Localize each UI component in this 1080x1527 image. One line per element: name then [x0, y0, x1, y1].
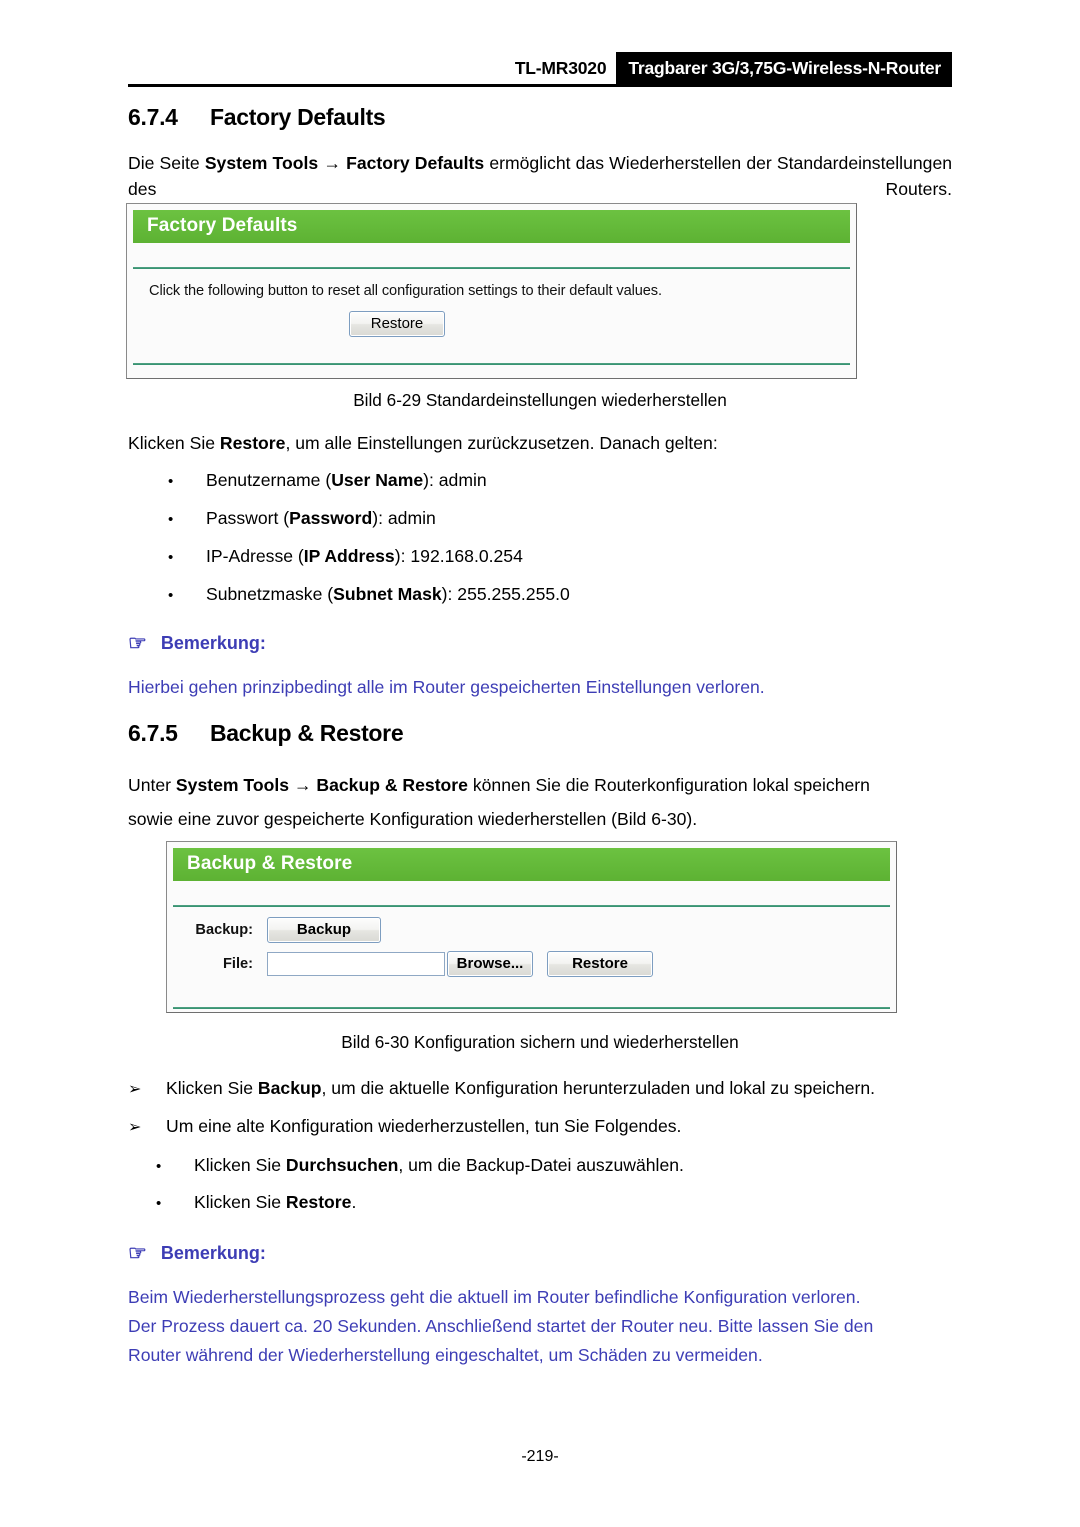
panel-spacer: [173, 881, 890, 905]
br-intro-bold2: Backup & Restore: [316, 775, 468, 795]
br-intro-line2: sowie eine zuvor gespeicherte Konfigurat…: [128, 809, 698, 829]
bullet-3-post: ): 255.255.255.0: [441, 584, 570, 604]
bullet-0-post: ): admin: [423, 470, 487, 490]
browse-button[interactable]: Browse...: [447, 951, 533, 977]
header-model-name: TL-MR3020: [514, 57, 607, 78]
panel-body-backup-restore: Backup: Backup File: Browse... Restore: [173, 907, 890, 1007]
file-input[interactable]: [267, 952, 445, 976]
arrow-item-restore-old-config: ➢ Um eine alte Konfiguration wiederherzus…: [128, 1114, 681, 1140]
list-item-durchsuchen: • Klicken Sie Durchsuchen, um die Backup-…: [156, 1153, 684, 1179]
paragraph-after-restore: Klicken Sie Restore, um alle Einstellung…: [128, 430, 952, 456]
note-text-1: Hierbei gehen prinzipbedingt alle im Rou…: [128, 677, 765, 697]
br-intro-part1: Unter: [128, 775, 176, 795]
sub-1-pre: Klicken Sie: [194, 1192, 286, 1212]
page-footer: -219-: [0, 1448, 1080, 1466]
panel-divider-bottom: [173, 1007, 890, 1009]
bullet-1-bold: Password: [289, 508, 373, 528]
caption-bild-6-29: Bild 6-29 Standardeinstellungen wiederhe…: [353, 390, 727, 410]
fd-intro-bold1: System Tools: [204, 153, 319, 173]
file-label: File:: [223, 956, 253, 972]
bullet-dot-icon: •: [156, 1195, 162, 1212]
bullet-1-pre: Passwort (: [206, 508, 290, 528]
bullet-dot-icon: •: [156, 1158, 162, 1175]
heading-factory-defaults: 6.7.4 Factory Defaults: [128, 104, 386, 131]
bullet-3-pre: Subnetzmaske (: [206, 584, 334, 604]
bullet-0-bold: User Name: [331, 470, 424, 490]
arrow-bullet-icon: ➢: [128, 1119, 142, 1136]
list-item-ip-address: • IP-Adresse (IP Address): 192.168.0.254: [168, 544, 523, 570]
list-item-password: • Passwort (Password): admin: [168, 506, 436, 532]
heading-title-674: Factory Defaults: [210, 104, 386, 130]
fd-after-part2: , um alle Einstellungen zurückzusetzen. …: [285, 433, 718, 453]
fd-intro-part1: Die Seite: [128, 153, 205, 173]
document-page: TL-MR3020 Tragbarer 3G/3,75G-Wireless-N-…: [0, 0, 1080, 1527]
sub-1-post: .: [351, 1192, 357, 1212]
sub-0-post: , um die Backup-Datei auszuwählen.: [398, 1155, 684, 1175]
note-2-line2: Der Prozess dauert ca. 20 Sekunden. Ansc…: [128, 1316, 874, 1336]
br-intro-part3: können Sie die Routerkonfiguration lokal…: [467, 775, 870, 795]
panel-title-factory-defaults: Factory Defaults: [133, 210, 850, 243]
arrow-0-post: , um die aktuelle Konfiguration herunter…: [321, 1078, 876, 1098]
pointing-hand-icon: ☞: [128, 632, 147, 655]
sub-0-pre: Klicken Sie: [194, 1155, 286, 1175]
note-label-2: Bemerkung:: [160, 1243, 266, 1263]
bullet-2-post: ): 192.168.0.254: [394, 546, 523, 566]
bullet-0-pre: Benutzername (: [206, 470, 332, 490]
note-heading-1: ☞ Bemerkung:: [128, 633, 266, 654]
fd-intro-arrow: →: [318, 153, 347, 173]
note-text-2: Beim Wiederherstellungsprozess geht die …: [128, 1283, 952, 1370]
bullet-2-bold: IP Address: [303, 546, 395, 566]
file-row: File: Browse... Restore: [173, 951, 890, 977]
arrow-1-pre: Um eine alte Konfiguration wiederherzust…: [166, 1116, 682, 1136]
fd-intro-bold2: Factory Defaults: [346, 153, 485, 173]
factory-defaults-description: Click the following button to reset all …: [149, 283, 662, 299]
note-label-1: Bemerkung:: [160, 633, 266, 653]
backup-label: Backup:: [195, 922, 253, 938]
backup-button[interactable]: Backup: [267, 917, 381, 943]
br-intro-arrow: →: [289, 775, 317, 795]
panel-divider-bottom: [133, 363, 850, 365]
panel-spacer: [133, 243, 850, 267]
sub-1-bold: Restore: [285, 1192, 352, 1212]
note-heading-2: ☞ Bemerkung:: [128, 1243, 266, 1264]
heading-number-674: 6.7.4: [128, 104, 178, 130]
bullet-dot-icon: •: [168, 511, 174, 528]
page-number: -219-: [521, 1448, 559, 1465]
sub-0-bold: Durchsuchen: [285, 1155, 399, 1175]
bullet-dot-icon: •: [168, 587, 174, 604]
pointing-hand-icon: ☞: [128, 1242, 147, 1265]
bullet-dot-icon: •: [168, 549, 174, 566]
restore-button[interactable]: Restore: [349, 311, 445, 337]
running-header: TL-MR3020 Tragbarer 3G/3,75G-Wireless-N-…: [128, 52, 952, 86]
header-divider: [128, 84, 952, 87]
arrow-item-backup: ➢ Klicken Sie Backup, um die aktuelle Kon…: [128, 1076, 875, 1102]
bullet-2-pre: IP-Adresse (: [206, 546, 304, 566]
list-item-subnet-mask: • Subnetzmaske (Subnet Mask): 255.255.255…: [168, 582, 570, 608]
panel-body-factory-defaults: Click the following button to reset all …: [133, 269, 850, 363]
fd-after-part1: Klicken Sie: [128, 433, 220, 453]
arrow-bullet-icon: ➢: [128, 1081, 142, 1098]
br-intro-bold1: System Tools: [175, 775, 290, 795]
screenshot-factory-defaults-panel: Factory Defaults Click the following but…: [126, 203, 857, 379]
header-product-banner: Tragbarer 3G/3,75G-Wireless-N-Router: [616, 52, 952, 84]
paragraph-backup-restore-intro: Unter System Tools → Backup & Restore kö…: [128, 768, 952, 836]
heading-title-675: Backup & Restore: [210, 720, 404, 746]
panel-title-backup-restore: Backup & Restore: [173, 848, 890, 881]
list-item-username: • Benutzername (User Name): admin: [168, 468, 487, 494]
bullet-1-post: ): admin: [372, 508, 436, 528]
heading-number-675: 6.7.5: [128, 720, 178, 746]
screenshot-backup-restore-panel: Backup & Restore Backup: Backup File: Br…: [166, 841, 897, 1013]
bullet-3-bold: Subnet Mask: [333, 584, 442, 604]
restore-button[interactable]: Restore: [547, 951, 653, 977]
bullet-dot-icon: •: [168, 473, 174, 490]
note-2-line1: Beim Wiederherstellungsprozess geht die …: [128, 1287, 861, 1307]
fd-after-bold: Restore: [219, 433, 286, 453]
arrow-0-bold: Backup: [257, 1078, 322, 1098]
note-2-line3: Router während der Wiederherstellung ein…: [128, 1345, 763, 1365]
arrow-0-pre: Klicken Sie: [166, 1078, 258, 1098]
backup-row: Backup: Backup: [173, 917, 890, 943]
list-item-restore-click: • Klicken Sie Restore.: [156, 1190, 356, 1216]
caption-bild-6-30: Bild 6-30 Konfiguration sichern und wied…: [341, 1032, 739, 1052]
heading-backup-restore: 6.7.5 Backup & Restore: [128, 720, 404, 747]
